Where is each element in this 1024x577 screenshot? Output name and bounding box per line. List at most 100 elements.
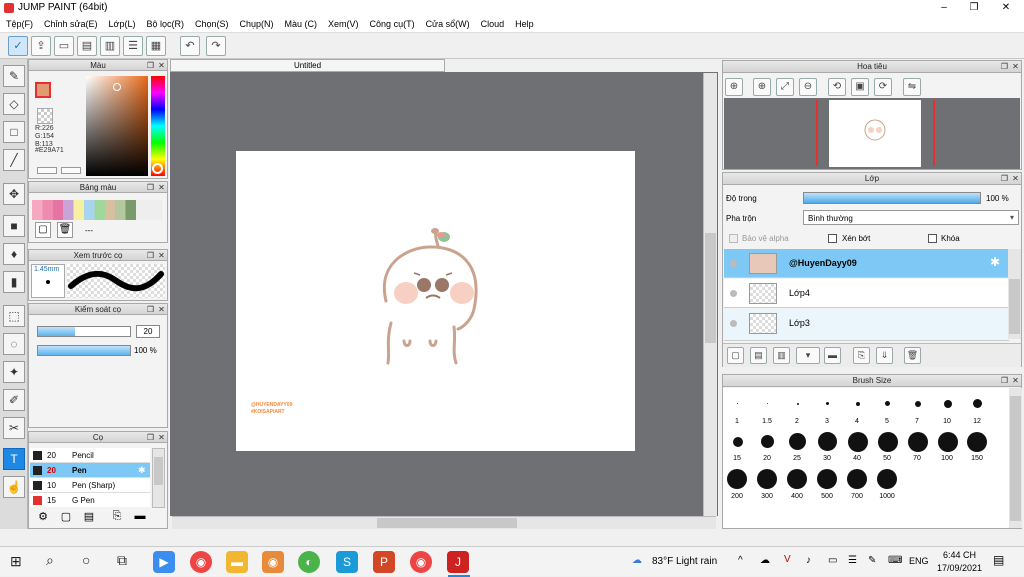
menu-help[interactable]: Help [509, 16, 539, 29]
brush-size-label[interactable]: 1000 [873, 493, 901, 500]
checklist-icon[interactable]: ▦ [146, 36, 166, 56]
select-eraser-icon[interactable]: ✂ [3, 417, 25, 439]
cloud-icon[interactable]: ☁ [760, 555, 770, 566]
new-swatch-icon[interactable]: ▢ [35, 222, 51, 238]
new-brush-icon[interactable]: ▢ [58, 510, 74, 526]
copy-brush-icon[interactable]: ⎘ [109, 510, 125, 526]
brush-size-grid[interactable]: 1 1.5 2 3 4 5 7 10 12 15 20 25 30 40 50 … [723, 388, 1009, 528]
message-icon[interactable]: ▤ [77, 36, 97, 56]
powerpoint-icon[interactable]: P [373, 551, 395, 573]
gear-icon[interactable]: ✱ [138, 465, 146, 476]
eraser-tool-icon[interactable]: ◇ [3, 93, 25, 115]
cortana-icon[interactable]: ○ [82, 552, 90, 568]
input-language[interactable]: ENG [909, 556, 929, 566]
panel-close-icon[interactable]: ✕ [157, 183, 166, 192]
canvas-hscrollbar[interactable] [172, 516, 716, 529]
brush-size-label[interactable]: 70 [903, 455, 931, 462]
brush-item-selected[interactable]: 20 Pen ✱ [30, 463, 150, 478]
maximize-button[interactable]: ❐ [958, 0, 990, 16]
menu-select[interactable]: Chọn(S) [189, 16, 234, 29]
brush-item[interactable]: 10 Pen (Sharp) [30, 478, 150, 493]
rotate-left-icon[interactable]: ⟲ [828, 78, 846, 96]
remove-color-button[interactable] [61, 167, 81, 174]
brush-size-label[interactable]: 5 [873, 418, 901, 425]
menu-layer[interactable]: Lớp(L) [103, 16, 141, 29]
float-icon[interactable]: ❐ [146, 433, 155, 442]
redo-icon[interactable]: ↷ [206, 36, 226, 56]
file-explorer-icon[interactable]: ▬ [226, 551, 248, 573]
comment-icon[interactable]: ▭ [54, 36, 74, 56]
merge-layer-icon[interactable]: ⇓ [876, 347, 893, 364]
brush-size-label[interactable]: 1 [723, 418, 751, 425]
brush-size-label[interactable]: 300 [753, 493, 781, 500]
brush-size-scrollbar[interactable] [1009, 388, 1022, 528]
panel-close-icon[interactable]: ✕ [1011, 174, 1020, 183]
brush-size-label[interactable]: 200 [723, 493, 751, 500]
clock-date[interactable]: 17/09/2021 [937, 563, 982, 573]
menu-edit[interactable]: Chỉnh sửa(E) [38, 16, 103, 29]
panel-close-icon[interactable]: ✕ [1011, 376, 1020, 385]
brush-size-label[interactable]: 50 [873, 455, 901, 462]
lasso-tool-icon[interactable]: ◌ [3, 333, 25, 355]
layer-row[interactable]: Lớp4 [724, 279, 1009, 308]
brush-size-label[interactable]: 500 [813, 493, 841, 500]
clipping-checkbox[interactable] [828, 234, 837, 243]
notification-icon[interactable]: ▤ [993, 553, 1004, 567]
keyboard-icon[interactable]: ⌨ [888, 555, 902, 566]
fit-screen-icon[interactable]: ⤢ [776, 78, 794, 96]
visibility-icon[interactable] [730, 320, 737, 327]
foreground-color[interactable] [35, 82, 51, 98]
new-folder-icon[interactable]: ▬ [824, 347, 841, 364]
close-button[interactable]: ✕ [990, 0, 1022, 16]
menu-filter[interactable]: Bộ lọc(R) [140, 16, 189, 29]
float-icon[interactable]: ❐ [1000, 62, 1009, 71]
weather-text[interactable]: 83°F Light rain [652, 556, 717, 567]
menu-window[interactable]: Cửa sổ(W) [420, 16, 475, 29]
search-icon[interactable]: ⌕ [46, 552, 54, 569]
swatch-grid[interactable] [32, 200, 162, 220]
chrome-alt-icon[interactable]: ◉ [410, 551, 432, 573]
document-icon[interactable]: ▥ [100, 36, 120, 56]
menu-color[interactable]: Màu (C) [279, 16, 323, 29]
hue-slider[interactable] [151, 76, 165, 176]
chrome-icon[interactable]: ◉ [190, 551, 212, 573]
windows-start-icon[interactable]: ⊞ [10, 553, 26, 569]
brush-list-scrollbar[interactable] [152, 448, 165, 508]
folder-icon[interactable]: ▬ [132, 510, 148, 526]
menu-tools[interactable]: Công cụ(T) [364, 16, 420, 29]
minimize-button[interactable]: – [928, 0, 960, 16]
fill-tool-icon[interactable]: ■ [3, 215, 25, 237]
task-view-icon[interactable]: ⧉ [117, 552, 127, 569]
document-tab[interactable]: Untitled [170, 59, 445, 72]
layer-type-dropdown[interactable]: ▾ [796, 347, 820, 364]
float-icon[interactable]: ❐ [146, 183, 155, 192]
brush-size-label[interactable]: 15 [723, 455, 751, 462]
menu-capture[interactable]: Chụp(N) [234, 16, 279, 29]
volume-icon[interactable]: ♪ [806, 555, 811, 566]
flip-icon[interactable]: ⇋ [903, 78, 921, 96]
brush-item[interactable]: 20 Pencil [30, 448, 150, 463]
brush-item[interactable]: 15 G Pen [30, 493, 150, 507]
float-icon[interactable]: ❐ [1000, 376, 1009, 385]
brush-size-label[interactable]: 10 [933, 418, 961, 425]
add-color-button[interactable] [37, 167, 57, 174]
battery-icon[interactable]: ▭ [828, 555, 837, 566]
chrome-profile-icon[interactable]: ◉ [262, 551, 284, 573]
select-rect-icon[interactable]: ⬚ [3, 305, 25, 327]
new-layer-1bit-icon[interactable]: ▥ [773, 347, 790, 364]
float-icon[interactable]: ❐ [146, 61, 155, 70]
brush-size-label[interactable]: 20 [753, 455, 781, 462]
menu-file[interactable]: Tệp(F) [0, 16, 38, 29]
sv-cursor[interactable] [113, 83, 121, 91]
bucket-tool-icon[interactable]: ♦ [3, 243, 25, 265]
canvas-vscrollbar[interactable] [703, 73, 717, 517]
layer-opacity-slider[interactable] [803, 192, 981, 204]
gear-icon[interactable]: ✱ [990, 255, 1000, 269]
brush-size-label[interactable]: 4 [843, 418, 871, 425]
zoom-out-icon[interactable]: ⊖ [799, 78, 817, 96]
panel-close-icon[interactable]: ✕ [157, 61, 166, 70]
brush-size-slider[interactable] [37, 326, 131, 337]
chevron-up-icon[interactable]: ^ [738, 555, 743, 566]
undo-icon[interactable]: ↶ [180, 36, 200, 56]
skype-icon[interactable]: S [336, 551, 358, 573]
